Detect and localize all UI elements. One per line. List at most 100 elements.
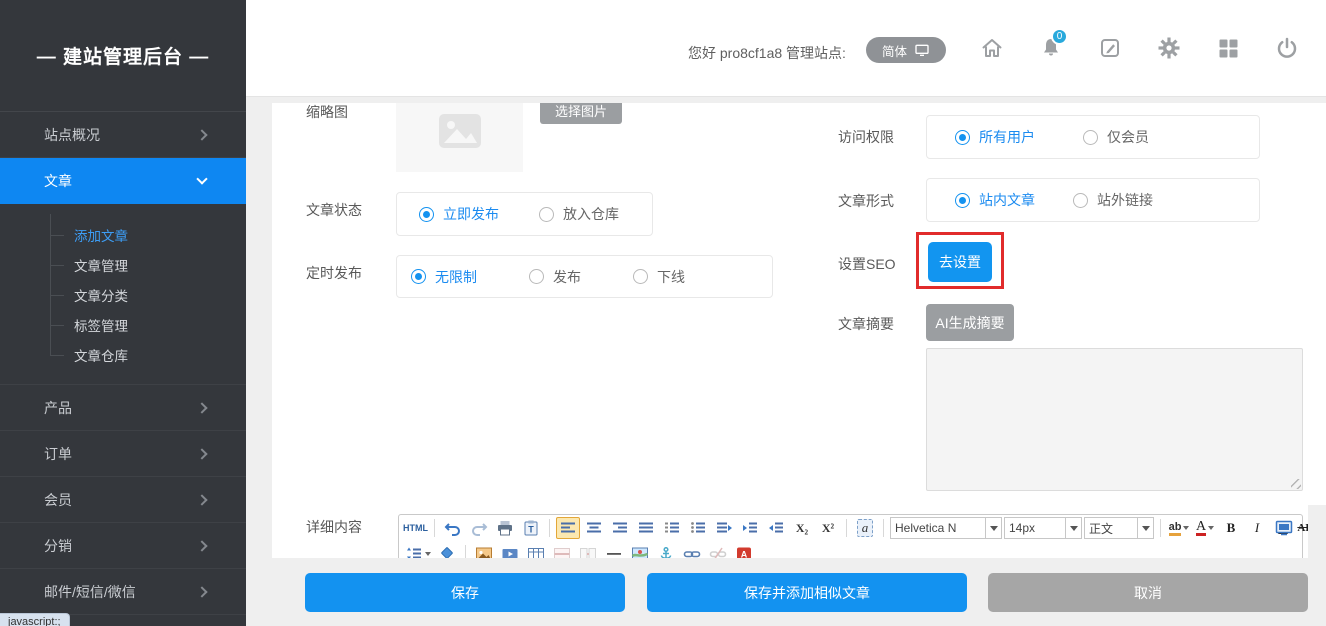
fullscreen-icon[interactable]	[1272, 517, 1296, 539]
align-left-icon[interactable]	[556, 517, 580, 539]
sidebar-item-mail-sms-wechat[interactable]: 邮件/短信/微信	[0, 569, 246, 615]
choose-image-button[interactable]: 选择图片	[540, 103, 622, 124]
insert-video-icon[interactable]	[498, 543, 522, 558]
seo-go-setup-button[interactable]: 去设置	[928, 242, 992, 282]
chevron-right-icon	[196, 494, 207, 505]
highlight-color-icon[interactable]: ab	[1167, 517, 1191, 539]
language-switch-button[interactable]: 简体	[866, 37, 946, 63]
radio-put-in-warehouse[interactable]: 放入仓库	[539, 204, 619, 224]
submenu-item-tag-manage[interactable]: 标签管理	[0, 310, 246, 340]
indent-icon[interactable]	[738, 517, 762, 539]
dropdown-arrow-icon	[1137, 518, 1153, 538]
editor-toolbar-row2: A	[399, 541, 1302, 558]
radio-unselected-icon	[529, 269, 544, 284]
dropdown-arrow-icon	[1065, 518, 1081, 538]
thumbnail-label: 缩略图	[306, 103, 348, 122]
align-center-icon[interactable]	[582, 517, 606, 539]
radio-label: 站外链接	[1097, 190, 1153, 210]
edit-site-button[interactable]	[1096, 36, 1124, 64]
sidebar: — 建站管理后台 — 站点概况 文章 添加文章 文章管理 文章分类 标签管理 文…	[0, 0, 246, 626]
sidebar-item-site-overview[interactable]: 站点概况	[0, 112, 246, 158]
anchor-icon[interactable]: a	[853, 517, 877, 539]
toolbar-divider	[883, 519, 884, 537]
unordered-list-icon[interactable]	[686, 517, 710, 539]
radio-immediate-publish[interactable]: 立即发布	[419, 204, 499, 224]
table-merge-icon[interactable]	[576, 543, 600, 558]
undo-icon[interactable]	[441, 517, 465, 539]
sidebar-item-order[interactable]: 订单	[0, 431, 246, 477]
print-icon[interactable]	[493, 517, 517, 539]
anchor-link-icon[interactable]	[654, 543, 678, 558]
radio-onsite-article[interactable]: 站内文章	[955, 190, 1035, 210]
sidebar-item-distribution[interactable]: 分销	[0, 523, 246, 569]
scheduled-publish-label: 定时发布	[306, 263, 362, 283]
image-placeholder-icon	[438, 113, 482, 154]
highlight-glyph: ab	[1169, 521, 1182, 536]
table-row-icon[interactable]	[550, 543, 574, 558]
sidebar-item-label: 分销	[44, 536, 72, 556]
align-right-icon[interactable]	[608, 517, 632, 539]
submenu-item-article-category[interactable]: 文章分类	[0, 280, 246, 310]
paragraph-direction-icon[interactable]	[712, 517, 736, 539]
save-and-add-similar-button[interactable]: 保存并添加相似文章	[647, 573, 967, 612]
monitor-icon	[914, 42, 930, 58]
bold-icon[interactable]: B	[1219, 517, 1243, 539]
resize-grip-icon[interactable]	[1291, 479, 1301, 489]
save-button[interactable]: 保存	[305, 573, 625, 612]
italic-icon[interactable]: I	[1245, 517, 1269, 539]
article-form-label: 文章形式	[838, 191, 894, 211]
radio-unselected-icon	[1073, 193, 1088, 208]
map-icon[interactable]	[628, 543, 652, 558]
font-family-select[interactable]: Helvetica N	[890, 517, 1002, 539]
submenu-item-article-warehouse[interactable]: 文章仓库	[0, 340, 246, 370]
detail-content-label: 详细内容	[306, 517, 362, 537]
radio-label: 站内文章	[979, 190, 1035, 210]
radio-offline-time[interactable]: 下线	[633, 267, 685, 287]
summary-textarea[interactable]	[926, 348, 1303, 491]
radio-publish-time[interactable]: 发布	[529, 267, 581, 287]
paragraph-format-select[interactable]: 正文	[1084, 517, 1154, 539]
radio-label: 放入仓库	[563, 204, 619, 224]
ai-generate-summary-button[interactable]: AI生成摘要	[926, 304, 1014, 341]
submenu-item-article-manage[interactable]: 文章管理	[0, 250, 246, 280]
radio-no-limit[interactable]: 无限制	[411, 267, 477, 287]
unlink-icon[interactable]	[706, 543, 730, 558]
hyperlink-icon[interactable]	[680, 543, 704, 558]
sidebar-item-article[interactable]: 文章	[0, 158, 246, 204]
insert-table-icon[interactable]	[524, 543, 548, 558]
align-justify-icon[interactable]	[634, 517, 658, 539]
toolbar-divider	[1160, 519, 1161, 537]
superscript-icon[interactable]: X²	[816, 517, 840, 539]
radio-all-users[interactable]: 所有用户	[955, 127, 1035, 147]
line-height-icon[interactable]	[403, 543, 433, 558]
radio-members-only[interactable]: 仅会员	[1083, 127, 1149, 147]
outdent-icon[interactable]	[764, 517, 788, 539]
cancel-button[interactable]: 取消	[988, 573, 1308, 612]
access-permission-label: 访问权限	[838, 127, 894, 147]
ordered-list-icon[interactable]	[660, 517, 684, 539]
edit-icon	[1098, 36, 1122, 65]
sidebar-item-product[interactable]: 产品	[0, 385, 246, 431]
format-eraser-icon[interactable]	[435, 543, 459, 558]
radio-selected-icon	[955, 193, 970, 208]
font-size-select[interactable]: 14px	[1004, 517, 1082, 539]
submenu-item-add-article[interactable]: 添加文章	[0, 220, 246, 250]
settings-button[interactable]	[1155, 36, 1183, 64]
redo-icon[interactable]	[467, 517, 491, 539]
home-button[interactable]	[978, 36, 1006, 64]
horizontal-rule-icon[interactable]	[602, 543, 626, 558]
paste-from-word-icon[interactable]: T	[519, 517, 543, 539]
html-source-button[interactable]: HTML	[403, 517, 428, 539]
font-color-icon[interactable]: A	[1193, 517, 1217, 539]
manage-site-label: 管理站点:	[786, 43, 846, 63]
sidebar-item-label: 产品	[44, 398, 72, 418]
apps-button[interactable]	[1214, 36, 1242, 64]
thumbnail-preview	[396, 103, 523, 172]
radio-label: 下线	[657, 267, 685, 287]
sidebar-item-member[interactable]: 会员	[0, 477, 246, 523]
subscript-icon[interactable]: X₂	[790, 517, 814, 539]
insert-image-icon[interactable]	[472, 543, 496, 558]
flash-icon[interactable]: A	[732, 543, 756, 558]
logout-button[interactable]	[1273, 36, 1301, 64]
radio-external-link[interactable]: 站外链接	[1073, 190, 1153, 210]
